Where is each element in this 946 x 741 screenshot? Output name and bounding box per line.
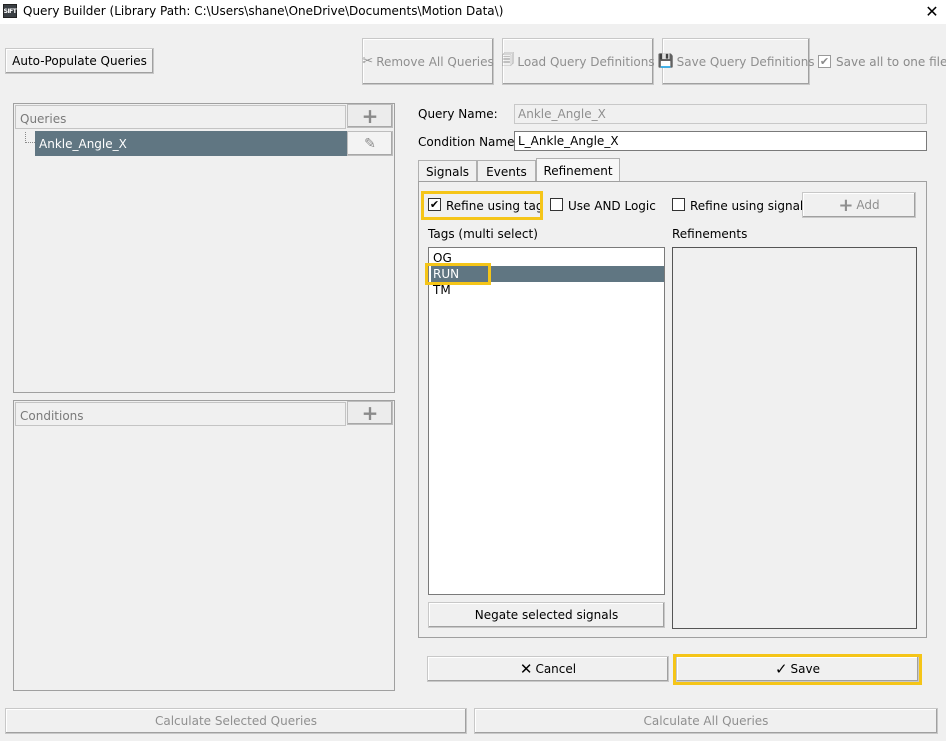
add-condition-button[interactable]: +	[347, 401, 393, 425]
checkmark-icon: ✓	[774, 660, 788, 678]
refine-using-signal-checkbox[interactable]	[672, 198, 685, 211]
save-query-definitions-button[interactable]: 💾 Save Query Definitions	[657, 38, 815, 85]
window-title: Query Builder (Library Path: C:\Users\sh…	[23, 4, 504, 18]
tab-events[interactable]: Events	[477, 160, 536, 182]
floppy-icon: 💾	[657, 54, 674, 69]
tree-connector	[25, 132, 35, 143]
add-refinement-button[interactable]: + Add	[802, 192, 916, 218]
x-icon: ✕	[519, 660, 533, 678]
plus-icon: +	[361, 401, 379, 425]
refinements-list[interactable]	[672, 247, 917, 629]
load-icon: 🗐	[501, 52, 515, 68]
tag-item-og[interactable]: OG	[431, 250, 664, 266]
plus-icon: +	[838, 194, 854, 216]
add-label: Add	[856, 198, 880, 212]
remove-icon: ✂	[362, 54, 374, 69]
tags-label: Tags (multi select)	[428, 227, 538, 241]
save-label: Save	[790, 662, 821, 676]
load-defs-label: Load Query Definitions	[517, 54, 655, 69]
refinements-label: Refinements	[672, 227, 748, 241]
remove-all-label: Remove All Queries	[376, 54, 494, 69]
calculate-selected-queries-button[interactable]: Calculate Selected Queries	[5, 708, 467, 734]
save-all-one-file-label: Save all to one file	[836, 55, 946, 69]
use-and-logic-checkbox[interactable]	[550, 198, 563, 211]
save-button[interactable]: ✓ Save	[676, 656, 919, 682]
queries-header: Queries	[15, 105, 346, 129]
tab-signals[interactable]: Signals	[418, 160, 477, 182]
negate-label: Negate selected signals	[474, 608, 619, 622]
conditions-panel	[13, 400, 395, 691]
query-item-ankle-angle-x[interactable]: Ankle_Angle_X	[35, 131, 347, 156]
close-button[interactable]: ✕	[921, 1, 943, 21]
plus-icon: +	[361, 104, 379, 128]
edit-query-button[interactable]: ✎	[347, 131, 393, 156]
calculate-all-queries-button[interactable]: Calculate All Queries	[474, 708, 938, 734]
cancel-label: Cancel	[535, 662, 577, 676]
tags-listbox[interactable]: OG RUN TM	[428, 247, 665, 595]
condition-name-label: Condition Name:	[418, 135, 519, 149]
add-query-button[interactable]: +	[347, 104, 393, 128]
auto-populate-label: Auto-Populate Queries	[12, 54, 147, 68]
tag-item-tm[interactable]: TM	[431, 282, 664, 298]
condition-name-input[interactable]	[514, 131, 927, 151]
tab-refinement[interactable]: Refinement	[536, 158, 620, 182]
pencil-icon: ✎	[364, 135, 376, 152]
conditions-header: Conditions	[15, 402, 346, 426]
query-name-label: Query Name:	[418, 107, 498, 121]
calc-selected-label: Calculate Selected Queries	[154, 714, 318, 728]
cancel-button[interactable]: ✕ Cancel	[427, 656, 669, 682]
use-and-logic-label: Use AND Logic	[568, 199, 656, 213]
save-defs-label: Save Query Definitions	[676, 54, 815, 69]
negate-selected-signals-button[interactable]: Negate selected signals	[428, 602, 665, 628]
tag-item-run[interactable]: RUN	[431, 266, 664, 282]
refine-using-signal-label: Refine using signal	[690, 199, 804, 213]
calc-all-label: Calculate All Queries	[643, 714, 769, 728]
refine-using-tag-checkbox[interactable]: ✔	[428, 198, 441, 211]
remove-all-queries-button[interactable]: ✂ Remove All Queries	[362, 38, 494, 85]
auto-populate-queries-button[interactable]: Auto-Populate Queries	[5, 48, 154, 74]
save-all-one-file-checkbox[interactable]: ✔	[818, 55, 831, 68]
app-logo-icon: SIFT	[3, 4, 17, 18]
refine-using-tag-label: Refine using tag	[446, 199, 544, 213]
load-query-definitions-button[interactable]: 🗐 Load Query Definitions	[501, 38, 655, 85]
query-name-input[interactable]	[514, 104, 927, 124]
